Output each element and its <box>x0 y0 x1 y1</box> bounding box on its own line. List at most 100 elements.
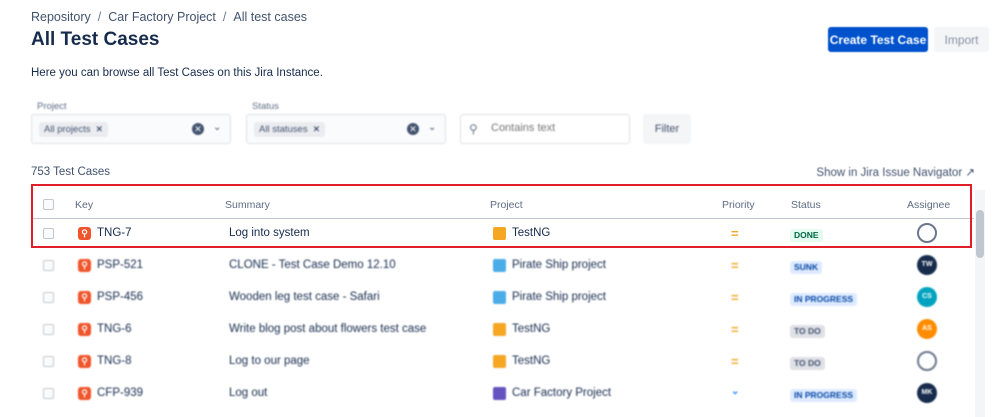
search-icon: ⚲ <box>469 122 478 136</box>
issue-key[interactable]: CFP-939 <box>97 387 143 399</box>
table-row[interactable]: ⚲ TNG-7 Log into system TestNG = DONE <box>31 218 974 250</box>
row-checkbox[interactable] <box>43 356 54 367</box>
priority-medium-icon: = <box>731 354 739 369</box>
test-issue-icon: ⚲ <box>78 323 91 336</box>
project-filter[interactable]: All projects ✕ ✕ ⌄ <box>31 114 231 144</box>
column-project[interactable]: Project <box>490 199 523 211</box>
project-chip-label: All projects <box>44 124 91 135</box>
select-all-checkbox[interactable] <box>43 199 54 210</box>
column-priority[interactable]: Priority <box>722 199 755 211</box>
issue-key[interactable]: PSP-456 <box>97 291 143 303</box>
avatar[interactable]: AS <box>917 319 937 339</box>
status-filter-label: Status <box>252 101 279 112</box>
clear-icon[interactable]: ✕ <box>407 123 419 135</box>
project-name: Pirate Ship project <box>512 291 606 303</box>
test-issue-icon: ⚲ <box>78 387 91 400</box>
status-chip-label: All statuses <box>259 124 308 135</box>
clear-icon[interactable]: ✕ <box>192 123 204 135</box>
status-badge: DONE <box>790 229 823 242</box>
project-filter-label: Project <box>37 101 67 112</box>
intro-text: Here you can browse all Test Cases on th… <box>31 67 323 79</box>
breadcrumb-repository[interactable]: Repository <box>31 10 91 24</box>
issue-summary[interactable]: Log to our page <box>229 355 310 367</box>
issue-navigator-label: Show in Jira Issue Navigator <box>816 167 963 179</box>
table-header: Key Summary Project Priority Status Assi… <box>31 190 974 219</box>
avatar[interactable]: MK <box>917 383 937 403</box>
issue-key[interactable]: TNG-6 <box>97 323 132 335</box>
project-pirate-ship-icon <box>493 291 506 304</box>
status-badge: TO DO <box>790 325 825 338</box>
issue-key[interactable]: TNG-8 <box>97 355 132 367</box>
column-key[interactable]: Key <box>75 199 93 211</box>
avatar[interactable]: CS <box>917 287 937 307</box>
result-count: 753 Test Cases <box>31 166 111 178</box>
project-testng-icon <box>493 323 506 336</box>
avatar[interactable]: TW <box>917 255 937 275</box>
issue-summary[interactable]: Log out <box>229 387 267 399</box>
project-name: Pirate Ship project <box>512 259 606 271</box>
table-row[interactable]: ⚲ PSP-456 Wooden leg test case - Safari … <box>31 282 974 314</box>
status-badge: IN PROGRESS <box>790 389 858 402</box>
import-button[interactable]: Import <box>934 27 989 52</box>
project-testng-icon <box>493 355 506 368</box>
project-name: Car Factory Project <box>512 387 612 399</box>
remove-chip-icon[interactable]: ✕ <box>95 124 103 134</box>
table-row[interactable]: ⚲ TNG-8 Log to our page TestNG = TO DO <box>31 346 974 378</box>
table-row[interactable]: ⚲ TNG-6 Write blog post about flowers te… <box>31 314 974 346</box>
issue-key[interactable]: TNG-7 <box>97 227 132 239</box>
remove-chip-icon[interactable]: ✕ <box>313 124 321 134</box>
priority-medium-icon: = <box>731 258 739 273</box>
create-test-case-button[interactable]: Create Test Case <box>828 27 928 52</box>
priority-medium-icon: = <box>731 322 739 337</box>
breadcrumb-project[interactable]: Car Factory Project <box>108 10 216 24</box>
row-checkbox[interactable] <box>43 388 54 399</box>
priority-low-icon: ⌄ <box>731 386 740 397</box>
issue-navigator-link[interactable]: Show in Jira Issue Navigator ↗ <box>816 165 975 179</box>
issue-key[interactable]: PSP-521 <box>97 259 143 271</box>
avatar-unassigned-icon[interactable] <box>917 351 937 371</box>
avatar-unassigned-icon[interactable] <box>917 223 937 243</box>
project-name: TestNG <box>512 323 551 335</box>
column-summary[interactable]: Summary <box>225 199 270 211</box>
project-testng-icon <box>493 227 506 240</box>
project-car-factory-icon <box>493 387 506 400</box>
issue-summary[interactable]: Write blog post about flowers test case <box>229 323 426 335</box>
status-badge: TO DO <box>790 357 825 370</box>
row-checkbox[interactable] <box>43 228 54 239</box>
issue-summary[interactable]: Log into system <box>229 227 310 239</box>
breadcrumb-separator: / <box>97 10 102 24</box>
issue-summary[interactable]: CLONE - Test Case Demo 12.10 <box>229 259 396 271</box>
status-filter[interactable]: All statuses ✕ ✕ ⌄ <box>246 114 446 144</box>
column-assignee[interactable]: Assignee <box>907 199 950 211</box>
chevron-down-icon[interactable]: ⌄ <box>213 122 221 133</box>
column-status[interactable]: Status <box>791 199 821 211</box>
status-badge: SUNK <box>790 261 823 274</box>
page-title: All Test Cases <box>31 29 160 50</box>
search-field[interactable]: ⚲ <box>460 114 630 144</box>
project-chip: All projects ✕ <box>39 122 109 137</box>
filter-button[interactable]: Filter <box>643 114 691 144</box>
scrollbar-thumb[interactable] <box>976 210 984 258</box>
table-row[interactable]: ⚲ PSP-521 CLONE - Test Case Demo 12.10 P… <box>31 250 974 282</box>
status-chip: All statuses ✕ <box>254 122 326 137</box>
project-pirate-ship-icon <box>493 259 506 272</box>
test-issue-icon: ⚲ <box>78 355 91 368</box>
issue-summary[interactable]: Wooden leg test case - Safari <box>229 291 380 303</box>
project-name: TestNG <box>512 355 551 367</box>
chevron-down-icon[interactable]: ⌄ <box>428 122 436 133</box>
table-row[interactable]: ⚲ CFP-939 Log out Car Factory Project ⌄ … <box>31 378 974 410</box>
breadcrumb-separator: / <box>222 10 227 24</box>
row-checkbox[interactable] <box>43 260 54 271</box>
test-issue-icon: ⚲ <box>78 227 91 240</box>
test-issue-icon: ⚲ <box>78 291 91 304</box>
breadcrumb: Repository / Car Factory Project / All test … <box>31 10 307 24</box>
row-checkbox[interactable] <box>43 324 54 335</box>
breadcrumb-current: All test cases <box>233 10 308 24</box>
search-input[interactable] <box>489 121 623 135</box>
status-badge: IN PROGRESS <box>790 293 858 306</box>
priority-medium-icon: = <box>731 290 739 305</box>
external-link-icon: ↗ <box>965 167 975 179</box>
test-issue-icon: ⚲ <box>78 259 91 272</box>
project-name: TestNG <box>512 227 551 239</box>
row-checkbox[interactable] <box>43 292 54 303</box>
